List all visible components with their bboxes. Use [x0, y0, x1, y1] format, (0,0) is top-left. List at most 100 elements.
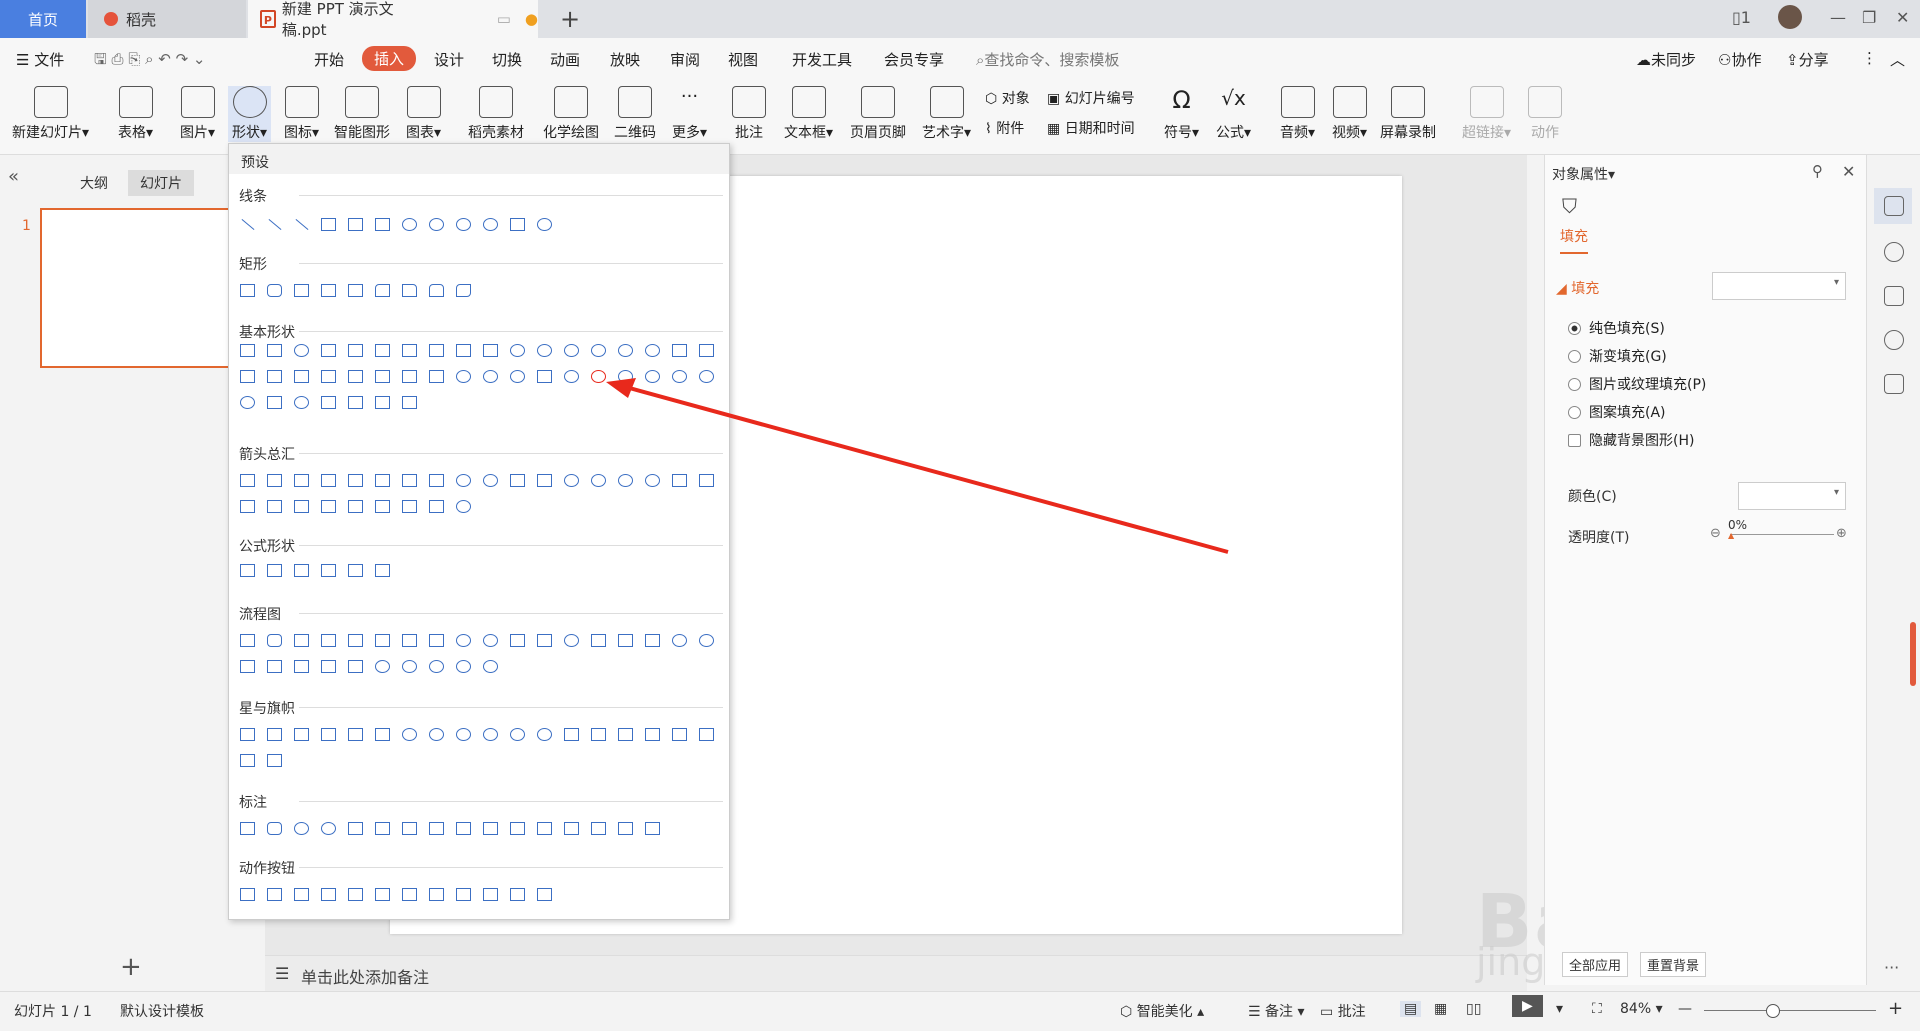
shape-round-same-side[interactable]: [426, 280, 447, 301]
shape-octagon[interactable]: [534, 340, 555, 361]
shape-flow-punched-tape[interactable]: [642, 630, 663, 651]
sync-status[interactable]: ☁未同步: [1636, 49, 1696, 70]
shape-decagon[interactable]: [561, 340, 582, 361]
action-button[interactable]: 动作: [1528, 86, 1562, 142]
header-footer-button[interactable]: 页眉页脚: [850, 86, 906, 142]
shape-callout-line-1[interactable]: [345, 818, 366, 839]
shape-diamond[interactable]: [426, 340, 447, 361]
shape-left-right-arrow-callout[interactable]: [399, 496, 420, 517]
fit-window-icon[interactable]: ⛶: [1592, 1001, 1602, 1017]
datetime-button[interactable]: ▦ 日期和时间: [1047, 118, 1135, 138]
shape-star-8[interactable]: [399, 724, 420, 745]
shape-callout-accent-border-2[interactable]: [615, 818, 636, 839]
shape-rectangle[interactable]: [237, 280, 258, 301]
shape-circular-arrow[interactable]: [453, 496, 474, 517]
shape-flow-summing-junction[interactable]: [669, 630, 690, 651]
shape-u-turn-arrow[interactable]: [480, 470, 501, 491]
settings-sliders-icon[interactable]: [1884, 196, 1904, 216]
shape-action-custom[interactable]: [534, 884, 555, 905]
shape-vertical-scroll[interactable]: [669, 724, 690, 745]
shape-action-sound[interactable]: [480, 884, 501, 905]
new-tab-button[interactable]: +: [560, 0, 580, 38]
shape-action-information[interactable]: [372, 884, 393, 905]
sorter-view-icon[interactable]: ▦: [1434, 1001, 1447, 1017]
shape-freeform[interactable]: [507, 214, 528, 235]
shape-star-12[interactable]: [453, 724, 474, 745]
shape-round-corner[interactable]: [399, 280, 420, 301]
shape-right-bracket[interactable]: [345, 392, 366, 413]
daoke-material-button[interactable]: 稻壳素材: [468, 86, 524, 142]
shape-plus[interactable]: [237, 560, 258, 581]
shape-ribbon-down[interactable]: [588, 724, 609, 745]
shape-curved-right-arrow[interactable]: [561, 470, 582, 491]
file-menu[interactable]: ☰ 文件: [16, 49, 64, 70]
shape-can[interactable]: [372, 366, 393, 387]
shape-plaque[interactable]: [345, 366, 366, 387]
icon-button[interactable]: 图标▾: [284, 86, 319, 142]
more-tools-icon[interactable]: ···: [1884, 958, 1899, 977]
textbox-button[interactable]: 文本框▾: [784, 86, 833, 142]
shape-line[interactable]: [237, 214, 258, 235]
play-button[interactable]: ▶: [1512, 995, 1543, 1017]
increase-transparency-icon[interactable]: ⊕: [1836, 526, 1847, 541]
audio-button[interactable]: 音频▾: [1280, 86, 1315, 142]
menu-member[interactable]: 会员专享: [884, 49, 944, 70]
shape-curved-left-arrow[interactable]: [588, 470, 609, 491]
shape-curved-arrow[interactable]: [426, 214, 447, 235]
shape-no-symbol[interactable]: [480, 366, 501, 387]
shape-callout-accent-border-1[interactable]: [588, 818, 609, 839]
shape-flow-card[interactable]: [615, 630, 636, 651]
chart-button[interactable]: 图表▾: [406, 86, 441, 142]
fill-type-dropdown[interactable]: ▾: [1712, 272, 1846, 300]
chem-button[interactable]: 化学绘图: [543, 86, 599, 142]
layout-icon[interactable]: ▯1: [1732, 8, 1751, 27]
shape-flow-predefined-process[interactable]: [345, 630, 366, 651]
shape-left-right-up-arrow[interactable]: [426, 470, 447, 491]
shape-callout-line-3[interactable]: [399, 818, 420, 839]
shape-left-brace[interactable]: [372, 392, 393, 413]
shape-textbox[interactable]: [237, 340, 258, 361]
shape-flow-sequential-access[interactable]: [399, 656, 420, 677]
shape-oval[interactable]: [291, 340, 312, 361]
normal-view-icon[interactable]: ▤: [1400, 1001, 1422, 1017]
shape-star-5[interactable]: [318, 724, 339, 745]
shape-snip-corner-rectangle[interactable]: [291, 280, 312, 301]
shape-flow-delay[interactable]: [372, 656, 393, 677]
shape-button[interactable]: 形状▾: [228, 86, 272, 142]
menu-view[interactable]: 视图: [728, 49, 758, 70]
close-panel-icon[interactable]: ✕: [1842, 162, 1855, 181]
color-dropdown[interactable]: ▾: [1738, 482, 1846, 510]
add-slide-icon[interactable]: +: [120, 952, 142, 982]
shape-snip-diagonal[interactable]: [345, 280, 366, 301]
shape-rounded-rectangle[interactable]: [264, 280, 285, 301]
shape-pentagon[interactable]: [453, 340, 474, 361]
tab-daoke[interactable]: 稻壳: [88, 0, 246, 38]
shape-flow-multidocument[interactable]: [426, 630, 447, 651]
shape-flow-manual-operation[interactable]: [534, 630, 555, 651]
shape-arc[interactable]: [237, 392, 258, 413]
shape-flow-preparation[interactable]: [480, 630, 501, 651]
shape-curve[interactable]: [480, 214, 501, 235]
shape-action-movie[interactable]: [426, 884, 447, 905]
shape-divide[interactable]: [318, 560, 339, 581]
restore-icon[interactable]: ❐: [1862, 8, 1876, 27]
properties-title[interactable]: 对象属性▾: [1552, 164, 1615, 184]
shape-curved-ribbon-down[interactable]: [642, 724, 663, 745]
shape-elbow-double-arrow[interactable]: [372, 214, 393, 235]
shape-callout-accent-2[interactable]: [453, 818, 474, 839]
shape-callout-accent-border-3[interactable]: [642, 818, 663, 839]
shape-quad-arrow-callout[interactable]: [426, 496, 447, 517]
shape-hexagon[interactable]: [480, 340, 501, 361]
shape-notched-right-arrow[interactable]: [696, 470, 717, 491]
more-button[interactable]: ··· 更多▾: [672, 86, 707, 142]
shape-ribbon-up[interactable]: [561, 724, 582, 745]
tab-outline[interactable]: 大纲: [68, 170, 120, 196]
shape-action-help[interactable]: [507, 884, 528, 905]
shape-action-home[interactable]: [345, 884, 366, 905]
shape-bevel[interactable]: [426, 366, 447, 387]
reset-bg-button[interactable]: 重置背景: [1640, 952, 1707, 977]
shape-flow-merge[interactable]: [318, 656, 339, 677]
shape-callout-border-3[interactable]: [561, 818, 582, 839]
zoom-slider-thumb[interactable]: [1766, 1004, 1780, 1018]
shape-curved-double-arrow[interactable]: [453, 214, 474, 235]
